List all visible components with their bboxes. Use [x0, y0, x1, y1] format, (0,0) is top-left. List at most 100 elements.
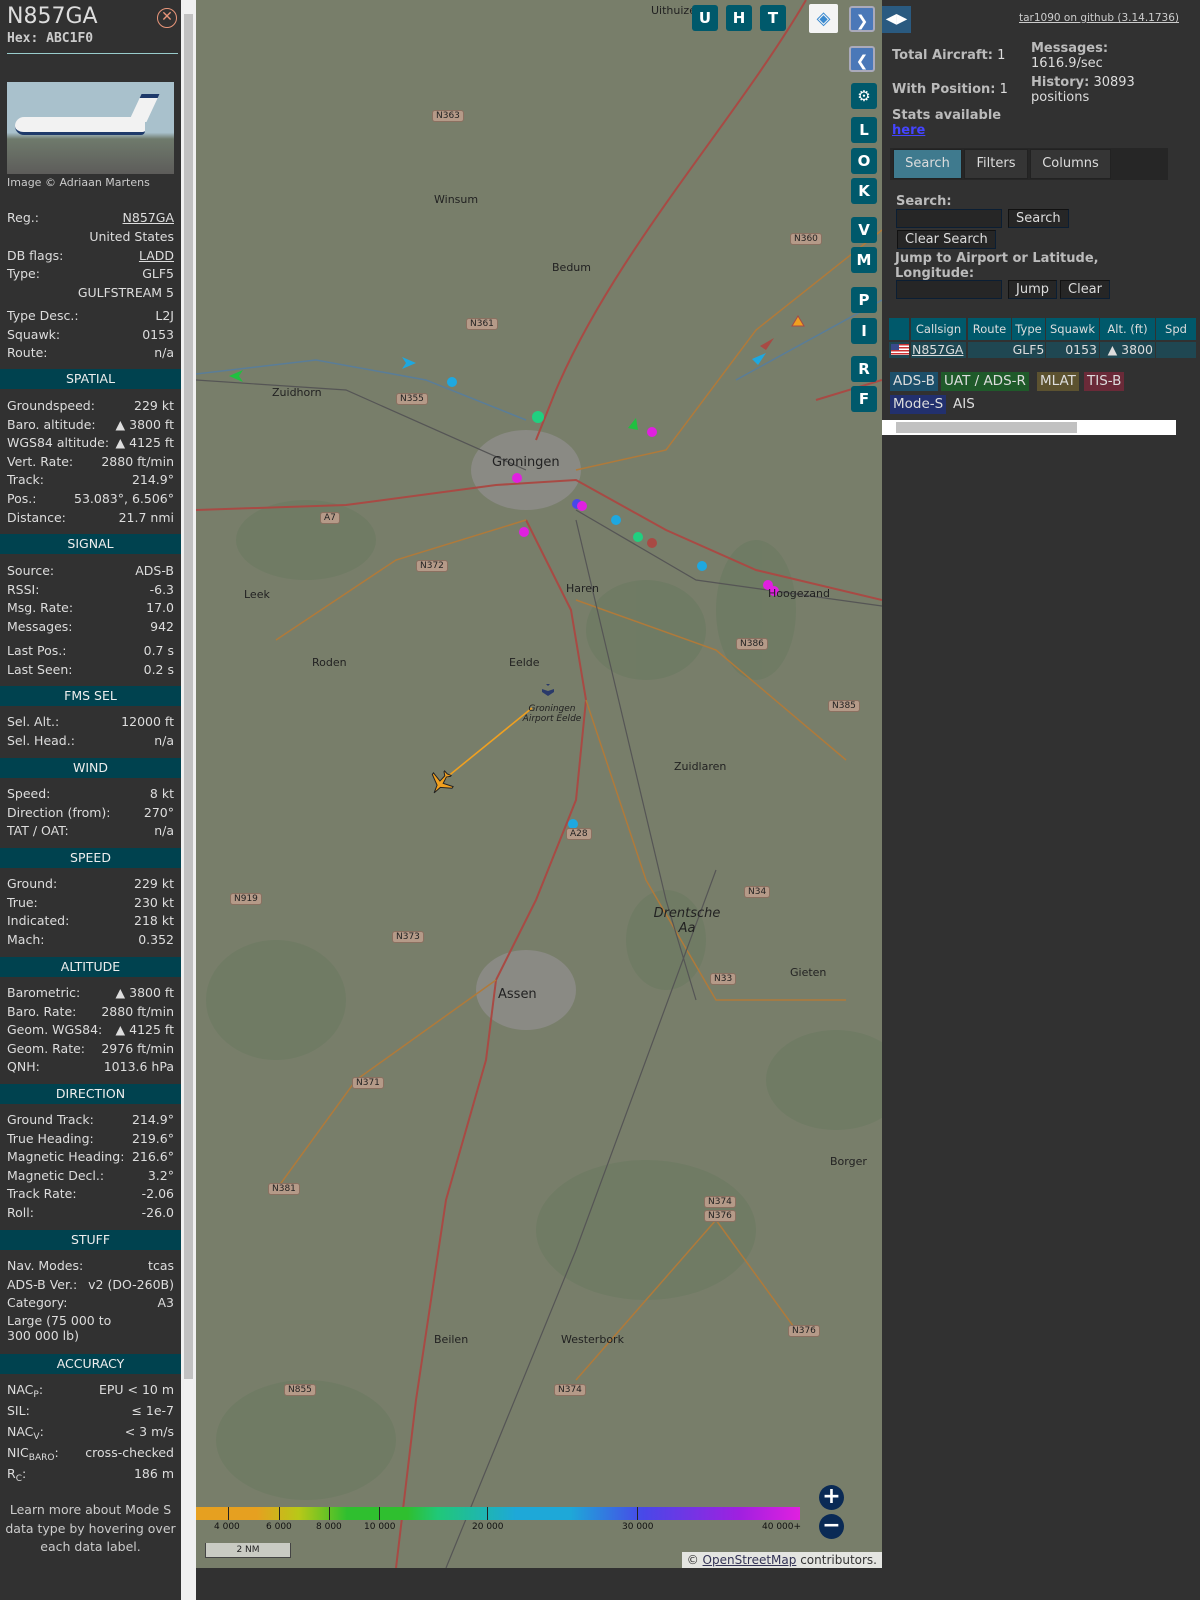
detail-label: Speed: — [7, 786, 51, 801]
column-header[interactable]: Alt. (ft) — [1100, 318, 1155, 340]
detail-label: ADS-B Ver.: — [7, 1276, 78, 1292]
clear-search-button[interactable]: Clear Search — [897, 230, 996, 249]
clear-button[interactable]: Clear — [1060, 280, 1110, 299]
detail-label: Source: — [7, 563, 55, 578]
detail-row: Type Desc.: L2J — [7, 308, 174, 326]
section-header-altitude: ALTITUDE — [0, 957, 181, 977]
detail-row: Nav. Modes: tcas — [7, 1258, 174, 1276]
table-scrollbar[interactable] — [882, 420, 1176, 435]
detail-value: EPU < 10 m — [98, 1382, 174, 1397]
detail-label: Track: — [7, 472, 44, 488]
road-label: N372 — [416, 560, 448, 572]
detail-row: DB flags: LADD — [7, 248, 174, 266]
detail-label: RC: — [7, 1466, 27, 1484]
column-header[interactable]: Callsign — [911, 318, 966, 340]
detail-row: Direction (from): 270° — [7, 805, 174, 823]
legend-ais: AIS — [953, 396, 975, 412]
detail-row: Type: GLF5 — [7, 266, 174, 284]
map-button-h[interactable]: H — [726, 5, 752, 31]
detail-value: 3.2° — [147, 1167, 174, 1183]
detail-label: QNH: — [7, 1059, 40, 1075]
search-input[interactable] — [896, 209, 1002, 228]
tab-columns[interactable]: Columns — [1030, 149, 1111, 179]
map-button-r[interactable]: R — [851, 356, 877, 382]
detail-row: NICBARO: cross-checked — [7, 1445, 174, 1463]
detail-label: Ground Track: — [7, 1112, 94, 1127]
detail-row: Groundspeed: 229 kt — [7, 398, 174, 416]
column-header[interactable]: Squawk — [1046, 318, 1099, 340]
map[interactable]: Uithuizen Winsum Bedum Zuidhorn Groningen Har… — [196, 0, 882, 1568]
column-header[interactable]: Route — [968, 318, 1011, 340]
footer-note: Learn more about Mode S data type by hov… — [5, 1502, 176, 1554]
github-link[interactable]: tar1090 on github (3.14.1736) — [1019, 12, 1179, 24]
road-label: N385 — [828, 700, 860, 712]
aircraft-details-panel: N857GA Hex: ABC1F0 ✕ Image © Adriaan Mar… — [0, 0, 181, 1600]
detail-value: 0.2 s — [143, 662, 174, 677]
detail-value: v2 (DO-260B) — [88, 1276, 174, 1292]
detail-value[interactable]: LADD — [139, 248, 174, 266]
detail-value: 0153 — [142, 327, 174, 342]
detail-label: Sel. Head.: — [7, 732, 75, 748]
tab-filters[interactable]: Filters — [964, 149, 1028, 179]
town-label: Westerbork — [561, 1333, 624, 1346]
column-header[interactable]: Type — [1012, 318, 1045, 340]
stats-link[interactable]: here — [892, 123, 925, 138]
close-icon[interactable]: ✕ — [157, 8, 177, 28]
road-label: N376 — [704, 1210, 736, 1222]
legend-uat-ads-r: UAT / ADS-R — [941, 372, 1029, 391]
detail-label: Magnetic Decl.: — [7, 1167, 105, 1183]
collapse-left-button[interactable]: ❮ — [849, 46, 875, 72]
detail-row: Messages: 942 — [7, 619, 174, 637]
map-button-t[interactable]: T — [760, 5, 786, 31]
detail-value: n/a — [154, 823, 174, 839]
detail-label: Magnetic Heading: — [7, 1149, 125, 1165]
section-header-fms-sel: FMS SEL — [0, 686, 181, 706]
toggle-sidebar-button[interactable]: ◀▶ — [882, 6, 911, 33]
map-button-k[interactable]: K — [851, 178, 877, 204]
detail-value: 8 kt — [149, 786, 174, 801]
column-header[interactable] — [889, 318, 909, 340]
detail-row: WGS84 altitude: ▲ 4125 ft — [7, 435, 174, 453]
map-button-o[interactable]: O — [851, 148, 877, 174]
settings-gear-icon[interactable]: ⚙ — [851, 83, 877, 109]
detail-row: RSSI: -6.3 — [7, 582, 174, 600]
town-label: Beilen — [434, 1333, 469, 1346]
expand-right-button[interactable]: ❯ — [849, 6, 875, 32]
detail-row: Ground Track: 214.9° — [7, 1112, 174, 1130]
zoom-out-button[interactable]: − — [819, 1514, 844, 1539]
detail-value: GULFSTREAM 5 — [77, 285, 174, 300]
aircraft-photo[interactable] — [7, 82, 174, 174]
photo-credit: Image © Adriaan Martens — [7, 176, 150, 189]
layers-icon[interactable]: ◈ — [809, 4, 838, 33]
detail-value[interactable]: N857GA — [123, 210, 174, 228]
road-label: N374 — [704, 1196, 736, 1208]
town-label: Groningen — [492, 455, 560, 470]
map-button-l[interactable]: L — [851, 117, 877, 143]
map-button-p[interactable]: P — [851, 287, 877, 313]
detail-label: True Heading: — [7, 1130, 94, 1146]
detail-row: Pos.: 53.083°, 6.506° — [7, 491, 174, 509]
tab-search[interactable]: Search — [893, 149, 962, 179]
map-button-m[interactable]: M — [851, 247, 877, 273]
map-button-u[interactable]: U — [692, 5, 718, 31]
jump-input[interactable] — [896, 280, 1002, 299]
map-button-f[interactable]: F — [851, 386, 877, 412]
road-label: N34 — [744, 886, 771, 898]
callsign-link[interactable]: N857GA — [911, 342, 966, 358]
details-scrollbar[interactable] — [181, 0, 196, 1600]
detail-row: GULFSTREAM 5 — [7, 285, 174, 303]
section-header-spatial: SPATIAL — [0, 369, 181, 389]
detail-value: < 3 m/s — [124, 1424, 174, 1439]
detail-row: Ground: 229 kt — [7, 876, 174, 894]
with-position: 1 — [999, 82, 1008, 97]
jump-button[interactable]: Jump — [1008, 280, 1057, 299]
detail-row: Track: 214.9° — [7, 472, 174, 490]
osm-link[interactable]: OpenStreetMap — [703, 1553, 797, 1567]
search-button[interactable]: Search — [1008, 209, 1069, 228]
zoom-in-button[interactable]: + — [819, 1485, 844, 1510]
map-button-i[interactable]: I — [851, 318, 877, 344]
map-button-v[interactable]: V — [851, 217, 877, 243]
column-header[interactable]: Spd — [1156, 318, 1196, 340]
detail-label: Squawk: — [7, 327, 61, 342]
detail-value: 1013.6 hPa — [103, 1059, 174, 1075]
